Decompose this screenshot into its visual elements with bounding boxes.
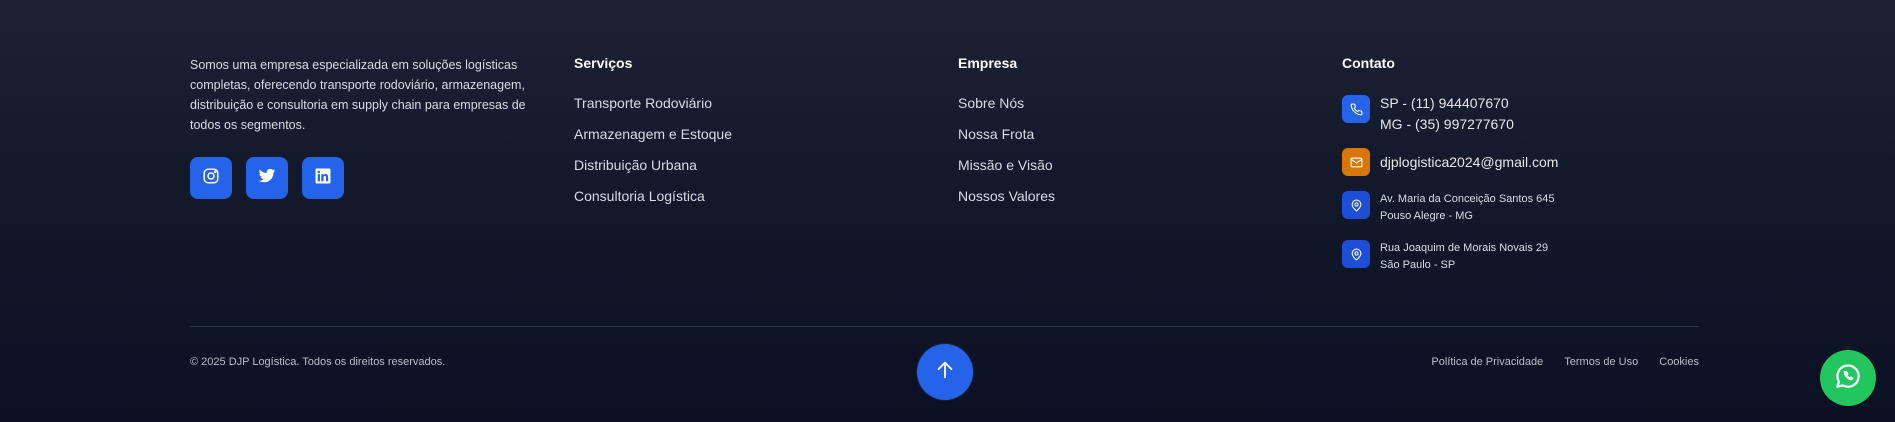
about-section: Somos uma empresa especializada em soluç… bbox=[190, 55, 530, 199]
whatsapp-button[interactable] bbox=[1820, 350, 1876, 406]
whatsapp-icon bbox=[1833, 361, 1863, 396]
scroll-to-top-button[interactable] bbox=[917, 344, 973, 400]
contact-address-sp: Rua Joaquim de Morais Novais 29 São Paul… bbox=[1342, 240, 1558, 274]
contact-heading: Contato bbox=[1342, 55, 1395, 71]
contact-phone: SP - (11) 944407670 MG - (35) 997277670 bbox=[1342, 93, 1558, 135]
services-heading: Serviços bbox=[574, 55, 633, 71]
phone-mg[interactable]: MG - (35) 997277670 bbox=[1380, 114, 1514, 135]
site-footer: Somos uma empresa especializada em soluç… bbox=[0, 0, 1895, 422]
legal-links: Política de Privacidade Termos de Uso Co… bbox=[1431, 356, 1699, 368]
address-mg-line1: Av. Maria da Conceição Santos 645 bbox=[1380, 193, 1555, 205]
footer-divider bbox=[190, 326, 1699, 327]
address-mg-line2: Pouso Alegre - MG bbox=[1380, 210, 1473, 222]
linkedin-button[interactable] bbox=[302, 157, 344, 199]
twitter-icon bbox=[258, 167, 276, 190]
company-list: Sobre Nós Nossa Frota Missão e Visão Nos… bbox=[958, 95, 1055, 219]
phone-icon bbox=[1342, 95, 1370, 123]
address-sp-line2: São Paulo - SP bbox=[1380, 259, 1456, 271]
address-sp-line1: Rua Joaquim de Morais Novais 29 bbox=[1380, 242, 1549, 254]
contact-email: djplogistica2024@gmail.com bbox=[1342, 148, 1558, 176]
linkedin-icon bbox=[314, 167, 332, 190]
services-link-distribution[interactable]: Distribuição Urbana bbox=[574, 157, 732, 188]
map-pin-icon bbox=[1342, 240, 1370, 268]
company-link-values[interactable]: Nossos Valores bbox=[958, 188, 1055, 219]
twitter-button[interactable] bbox=[246, 157, 288, 199]
mail-icon bbox=[1342, 148, 1370, 176]
cookies-link[interactable]: Cookies bbox=[1659, 356, 1699, 368]
services-link-consulting[interactable]: Consultoria Logística bbox=[574, 188, 732, 219]
phone-sp[interactable]: SP - (11) 944407670 bbox=[1380, 93, 1514, 114]
services-link-warehousing[interactable]: Armazenagem e Estoque bbox=[574, 126, 732, 157]
about-text: Somos uma empresa especializada em soluç… bbox=[190, 58, 526, 132]
arrow-up-icon bbox=[934, 359, 956, 386]
company-heading: Empresa bbox=[958, 55, 1018, 71]
company-link-mission[interactable]: Missão e Visão bbox=[958, 157, 1055, 188]
services-section: Serviços Transporte Rodoviário Armazenag… bbox=[574, 55, 732, 219]
map-pin-icon bbox=[1342, 191, 1370, 219]
services-link-transport[interactable]: Transporte Rodoviário bbox=[574, 95, 732, 126]
terms-link[interactable]: Termos de Uso bbox=[1564, 356, 1638, 368]
contact-address-mg: Av. Maria da Conceição Santos 645 Pouso … bbox=[1342, 191, 1558, 225]
copyright-text: © 2025 DJP Logística. Todos os direitos … bbox=[190, 356, 446, 368]
services-list: Transporte Rodoviário Armazenagem e Esto… bbox=[574, 95, 732, 219]
company-link-fleet[interactable]: Nossa Frota bbox=[958, 126, 1055, 157]
social-links bbox=[190, 157, 530, 199]
email-link[interactable]: djplogistica2024@gmail.com bbox=[1380, 152, 1558, 173]
contact-section: Contato SP - (11) 944407670 MG - (35) 99… bbox=[1342, 55, 1558, 274]
company-link-about[interactable]: Sobre Nós bbox=[958, 95, 1055, 126]
privacy-link[interactable]: Política de Privacidade bbox=[1431, 356, 1543, 368]
company-section: Empresa Sobre Nós Nossa Frota Missão e V… bbox=[958, 55, 1055, 219]
instagram-icon bbox=[202, 167, 220, 190]
instagram-button[interactable] bbox=[190, 157, 232, 199]
